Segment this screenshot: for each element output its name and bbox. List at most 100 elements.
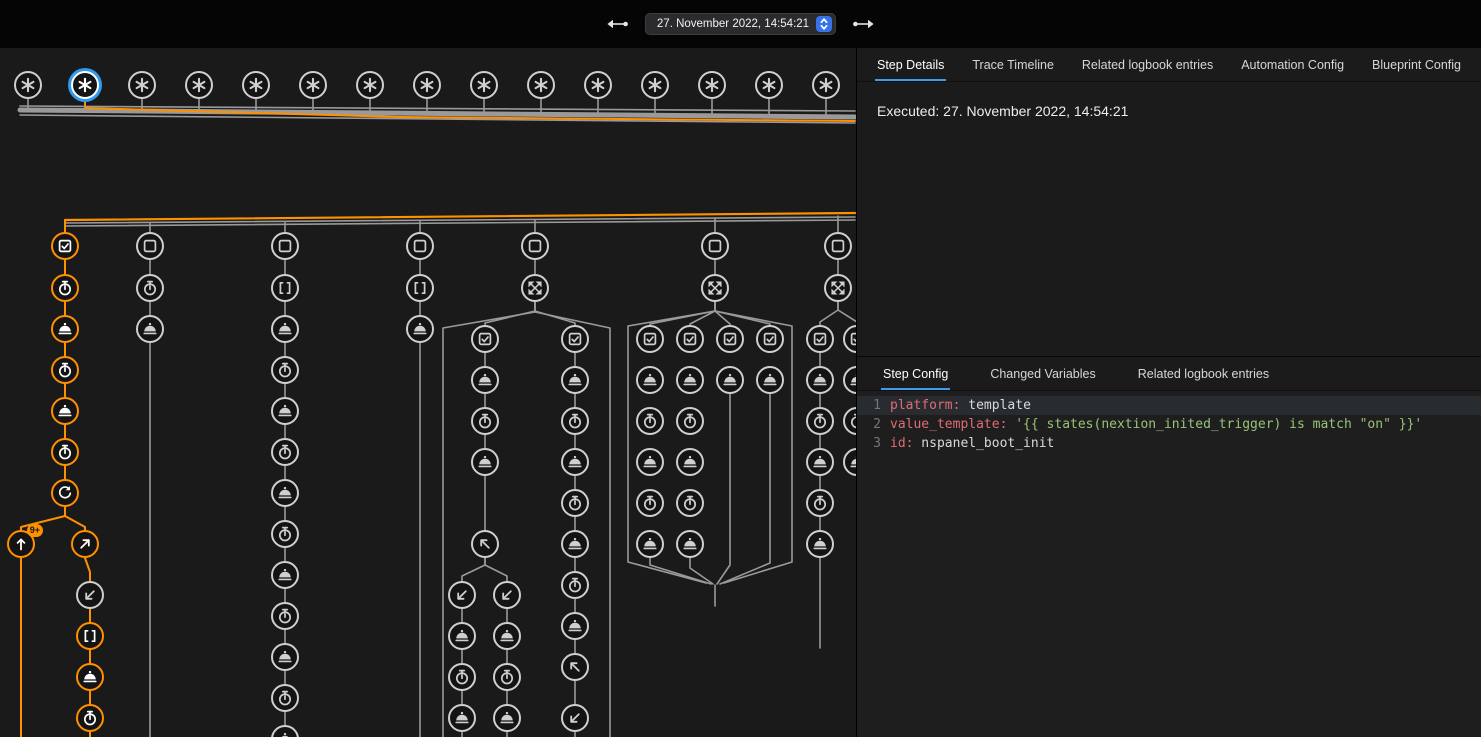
arrow-down-left-node[interactable] <box>493 581 521 609</box>
service-node[interactable] <box>271 397 299 425</box>
arrow-up-right-node[interactable] <box>71 530 99 558</box>
tab-automation-config[interactable]: Automation Config <box>1239 48 1346 81</box>
service-node[interactable] <box>716 366 744 394</box>
asterisk-node[interactable] <box>755 71 783 99</box>
timer-node[interactable] <box>76 704 104 732</box>
timer-node[interactable] <box>51 274 79 302</box>
service-node[interactable] <box>636 530 664 558</box>
brackets-node[interactable] <box>406 274 434 302</box>
timer-node[interactable] <box>561 571 589 599</box>
brackets-node[interactable] <box>271 274 299 302</box>
service-node[interactable] <box>676 530 704 558</box>
timer-node[interactable] <box>561 407 589 435</box>
arrow-up-node[interactable]: 9+ <box>7 530 35 558</box>
checkbox-blank-node[interactable] <box>271 232 299 260</box>
checkbox-marked-node[interactable] <box>471 325 499 353</box>
checkbox-blank-node[interactable] <box>136 232 164 260</box>
tab-blueprint-config[interactable]: Blueprint Config <box>1370 48 1463 81</box>
service-node[interactable] <box>561 612 589 640</box>
checkbox-marked-node[interactable] <box>716 325 744 353</box>
traverse-node[interactable] <box>824 274 852 302</box>
arrow-down-left-node[interactable] <box>76 581 104 609</box>
checkbox-marked-node[interactable] <box>676 325 704 353</box>
tab-related-logbook-entries[interactable]: Related logbook entries <box>1080 48 1215 81</box>
asterisk-node[interactable] <box>71 71 99 99</box>
asterisk-node[interactable] <box>584 71 612 99</box>
asterisk-node[interactable] <box>812 71 840 99</box>
service-node[interactable] <box>561 448 589 476</box>
checkbox-marked-node[interactable] <box>51 232 79 260</box>
service-node[interactable] <box>806 530 834 558</box>
tab-step-details[interactable]: Step Details <box>875 48 946 81</box>
service-node[interactable] <box>471 448 499 476</box>
timer-node[interactable] <box>51 356 79 384</box>
timer-node[interactable] <box>271 438 299 466</box>
service-node[interactable] <box>271 315 299 343</box>
service-node[interactable] <box>493 704 521 732</box>
timer-node[interactable] <box>676 407 704 435</box>
service-node[interactable] <box>636 366 664 394</box>
arrow-up-left-node[interactable] <box>471 530 499 558</box>
tab-related-logbook-entries[interactable]: Related logbook entries <box>1136 357 1271 390</box>
timer-node[interactable] <box>806 489 834 517</box>
service-node[interactable] <box>271 561 299 589</box>
timer-node[interactable] <box>271 356 299 384</box>
tab-changed-variables[interactable]: Changed Variables <box>988 357 1097 390</box>
asterisk-node[interactable] <box>356 71 384 99</box>
checkbox-blank-node[interactable] <box>824 232 852 260</box>
next-trace-button[interactable] <box>852 17 876 31</box>
checkbox-blank-node[interactable] <box>406 232 434 260</box>
asterisk-node[interactable] <box>641 71 669 99</box>
service-node[interactable] <box>76 663 104 691</box>
checkbox-marked-node[interactable] <box>756 325 784 353</box>
timer-node[interactable] <box>561 489 589 517</box>
checkbox-marked-node[interactable] <box>636 325 664 353</box>
timer-node[interactable] <box>448 663 476 691</box>
asterisk-node[interactable] <box>14 71 42 99</box>
service-node[interactable] <box>806 366 834 394</box>
asterisk-node[interactable] <box>299 71 327 99</box>
service-node[interactable] <box>493 622 521 650</box>
asterisk-node[interactable] <box>698 71 726 99</box>
checkbox-marked-node[interactable] <box>806 325 834 353</box>
checkbox-blank-node[interactable] <box>521 232 549 260</box>
traverse-node[interactable] <box>521 274 549 302</box>
service-node[interactable] <box>271 479 299 507</box>
service-node[interactable] <box>636 448 664 476</box>
checkbox-marked-node[interactable] <box>561 325 589 353</box>
repeat-node[interactable] <box>51 479 79 507</box>
service-node[interactable] <box>406 315 434 343</box>
timer-node[interactable] <box>271 602 299 630</box>
service-node[interactable] <box>561 530 589 558</box>
service-node[interactable] <box>806 448 834 476</box>
timer-node[interactable] <box>636 489 664 517</box>
asterisk-node[interactable] <box>413 71 441 99</box>
service-node[interactable] <box>756 366 784 394</box>
service-node[interactable] <box>51 397 79 425</box>
service-node[interactable] <box>51 315 79 343</box>
asterisk-node[interactable] <box>470 71 498 99</box>
asterisk-node[interactable] <box>185 71 213 99</box>
asterisk-node[interactable] <box>527 71 555 99</box>
timer-node[interactable] <box>271 520 299 548</box>
timer-node[interactable] <box>636 407 664 435</box>
service-node[interactable] <box>676 448 704 476</box>
arrow-down-left-node[interactable] <box>448 581 476 609</box>
service-node[interactable] <box>561 366 589 394</box>
arrow-down-left-node[interactable] <box>561 704 589 732</box>
brackets-node[interactable] <box>76 622 104 650</box>
asterisk-node[interactable] <box>242 71 270 99</box>
timer-node[interactable] <box>51 438 79 466</box>
checkbox-blank-node[interactable] <box>701 232 729 260</box>
service-node[interactable] <box>448 622 476 650</box>
asterisk-node[interactable] <box>128 71 156 99</box>
tab-trace-timeline[interactable]: Trace Timeline <box>970 48 1056 81</box>
trace-selector[interactable]: 27. November 2022, 14:54:21 <box>645 13 836 35</box>
traverse-node[interactable] <box>701 274 729 302</box>
timer-node[interactable] <box>676 489 704 517</box>
timer-node[interactable] <box>271 684 299 712</box>
arrow-up-left-node[interactable] <box>561 653 589 681</box>
timer-node[interactable] <box>806 407 834 435</box>
previous-trace-button[interactable] <box>605 17 629 31</box>
service-node[interactable] <box>471 366 499 394</box>
